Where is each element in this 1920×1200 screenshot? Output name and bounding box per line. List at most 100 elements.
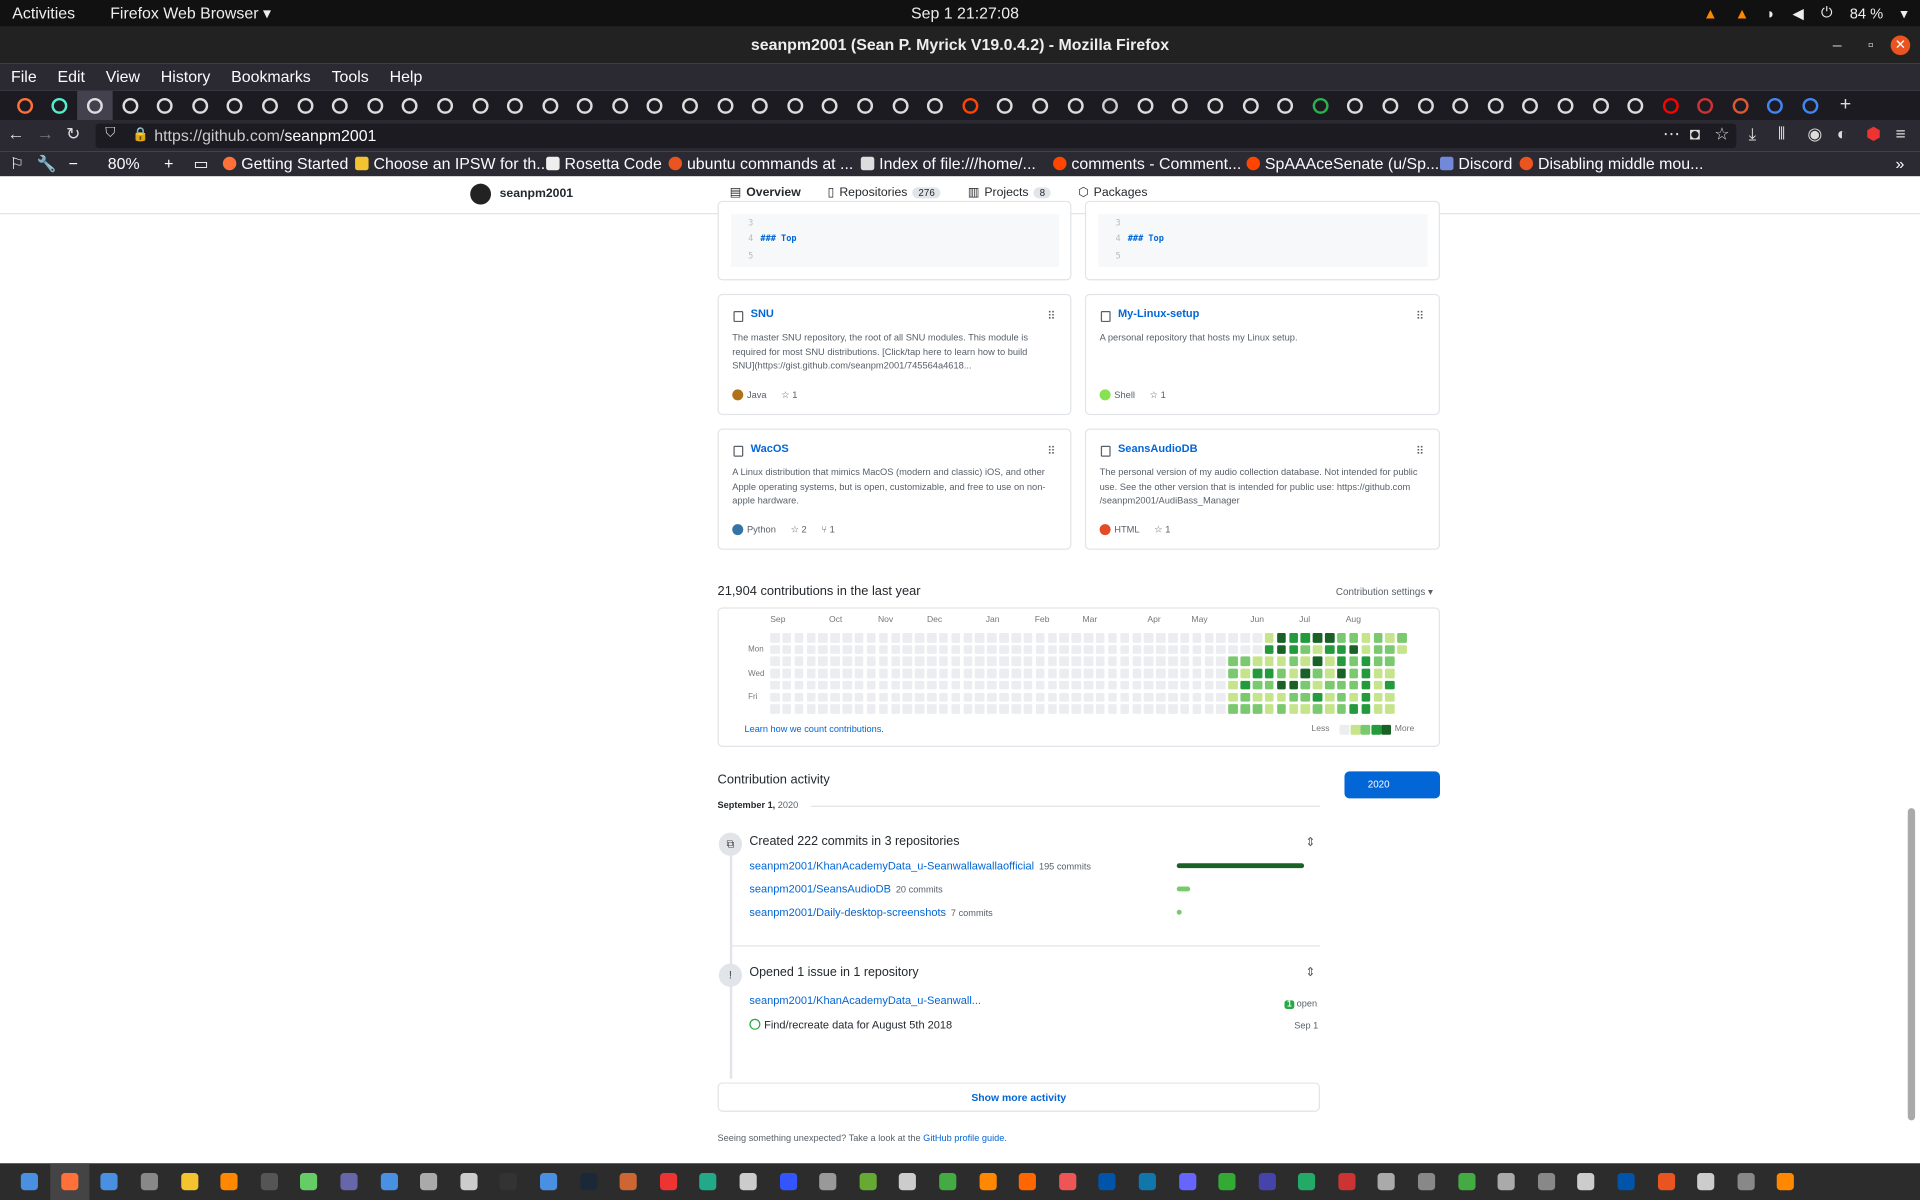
commit-repo-link[interactable]: seanpm2001/Daily-desktop-screenshots <box>749 906 946 918</box>
contribution-day[interactable] <box>1216 704 1226 714</box>
bookmark-2[interactable]: Rosetta Code <box>546 154 662 173</box>
contribution-day[interactable] <box>1156 644 1166 655</box>
commit-repo-row[interactable]: seanpm2001/KhanAcademyData_u-Seanwallawa… <box>749 860 1091 872</box>
browser-tab[interactable] <box>428 91 463 120</box>
browser-tab[interactable] <box>7 91 42 120</box>
contribution-day[interactable] <box>1047 692 1057 702</box>
bookmark-6[interactable]: SpAAAceSenate (u/Sp... <box>1246 154 1439 173</box>
browser-tab[interactable] <box>1128 91 1163 120</box>
contribution-day[interactable] <box>866 633 876 643</box>
browser-tab[interactable] <box>1618 91 1653 120</box>
taskbar-app[interactable] <box>130 1163 170 1200</box>
browser-tab[interactable] <box>1303 91 1338 120</box>
contribution-day[interactable] <box>914 704 925 714</box>
shield-icon[interactable]: ⛉ <box>105 126 115 142</box>
contribution-day[interactable] <box>999 656 1009 666</box>
repo-name[interactable]: My-Linux-setup <box>1118 307 1199 319</box>
contribution-day[interactable] <box>987 656 997 666</box>
vlc-icon[interactable]: ▲ <box>1735 4 1750 21</box>
contribution-day[interactable] <box>1071 692 1081 702</box>
contribution-day[interactable] <box>1373 656 1383 666</box>
contribution-day[interactable] <box>1228 656 1238 666</box>
contribution-day[interactable] <box>1023 704 1033 714</box>
contribution-day[interactable] <box>987 668 997 678</box>
taskbar-app[interactable] <box>329 1163 369 1200</box>
browser-tab[interactable] <box>1058 91 1093 120</box>
contribution-day[interactable] <box>1240 680 1250 690</box>
contribution-day[interactable] <box>1385 656 1395 666</box>
avatar[interactable] <box>470 183 492 205</box>
contribution-day[interactable] <box>842 668 852 678</box>
contribution-day[interactable] <box>1337 692 1347 702</box>
contribution-day[interactable] <box>890 704 900 714</box>
contribution-day[interactable] <box>1204 680 1214 690</box>
taskbar-app[interactable] <box>648 1163 688 1200</box>
contribution-day[interactable] <box>1071 656 1081 666</box>
contribution-day[interactable] <box>1047 656 1057 666</box>
contribution-day[interactable] <box>1264 680 1274 690</box>
contribution-day[interactable] <box>951 680 961 690</box>
fold-icon[interactable]: ⇕ <box>1305 836 1315 849</box>
contribution-day[interactable] <box>1132 668 1142 678</box>
contribution-day[interactable] <box>878 633 888 643</box>
account-icon[interactable]: ◉ <box>1807 124 1822 145</box>
contribution-day[interactable] <box>939 704 949 714</box>
contribution-day[interactable] <box>806 668 816 678</box>
contribution-day[interactable] <box>818 656 828 666</box>
contribution-day[interactable] <box>1047 668 1057 678</box>
drag-handle-icon[interactable]: ⠿ <box>1047 444 1055 457</box>
contribution-day[interactable] <box>1300 668 1311 678</box>
contribution-day[interactable] <box>1144 656 1154 666</box>
contribution-day[interactable] <box>782 644 792 655</box>
contribution-day[interactable] <box>1337 668 1347 678</box>
browser-tab[interactable] <box>498 91 533 120</box>
browser-tab[interactable] <box>743 91 778 120</box>
contribution-day[interactable] <box>1168 704 1178 714</box>
fold-icon[interactable]: ⇕ <box>1305 966 1315 979</box>
contribution-day[interactable] <box>1119 656 1130 666</box>
contribution-day[interactable] <box>818 633 828 643</box>
contribution-day[interactable] <box>806 692 816 702</box>
contribution-day[interactable] <box>1132 644 1142 655</box>
contribution-day[interactable] <box>1059 644 1069 655</box>
contribution-day[interactable] <box>1180 704 1190 714</box>
contribution-day[interactable] <box>818 668 828 678</box>
contribution-day[interactable] <box>1168 668 1178 678</box>
contribution-day[interactable] <box>782 680 792 690</box>
contribution-day[interactable] <box>1095 668 1106 678</box>
taskbar-app[interactable] <box>1447 1163 1487 1200</box>
contribution-day[interactable] <box>782 633 792 643</box>
tab-repositories[interactable]: ▯ Repositories 276 <box>828 186 941 200</box>
taskbar-app[interactable] <box>1726 1163 1766 1200</box>
contribution-day[interactable] <box>902 692 913 702</box>
contribution-day[interactable] <box>1252 692 1262 702</box>
taskbar-app[interactable] <box>10 1163 50 1200</box>
repo-forks[interactable]: ⑂ 1 <box>821 524 834 535</box>
contribution-day[interactable] <box>951 656 961 666</box>
contribution-day[interactable] <box>1168 692 1178 702</box>
contribution-day[interactable] <box>842 680 852 690</box>
clock[interactable]: Sep 1 21:27:08 <box>911 4 1019 22</box>
browser-tab[interactable] <box>357 91 392 120</box>
contribution-day[interactable] <box>1144 680 1154 690</box>
contribution-day[interactable] <box>1180 668 1190 678</box>
show-more-activity-button[interactable]: Show more activity <box>717 1082 1320 1112</box>
browser-tab[interactable] <box>1758 91 1793 120</box>
contribution-day[interactable] <box>902 680 913 690</box>
contribution-day[interactable] <box>1325 656 1335 666</box>
contribution-day[interactable] <box>1240 656 1250 666</box>
contribution-day[interactable] <box>1300 656 1311 666</box>
contribution-day[interactable] <box>1192 633 1202 643</box>
contribution-day[interactable] <box>830 656 840 666</box>
contribution-day[interactable] <box>999 704 1009 714</box>
contribution-day[interactable] <box>939 692 949 702</box>
contribution-day[interactable] <box>1264 656 1274 666</box>
year-2020-button[interactable]: 2020 <box>1344 771 1440 799</box>
contribution-day[interactable] <box>782 668 792 678</box>
contribution-day[interactable] <box>1361 692 1371 702</box>
zoom-out-icon[interactable]: − <box>69 154 78 172</box>
contribution-day[interactable] <box>1119 633 1130 643</box>
app-menu[interactable]: Firefox Web Browser ▾ <box>110 4 271 24</box>
issue-item[interactable]: Find/recreate data for August 5th 2018 <box>749 1018 952 1031</box>
contribution-day[interactable] <box>1252 644 1262 655</box>
